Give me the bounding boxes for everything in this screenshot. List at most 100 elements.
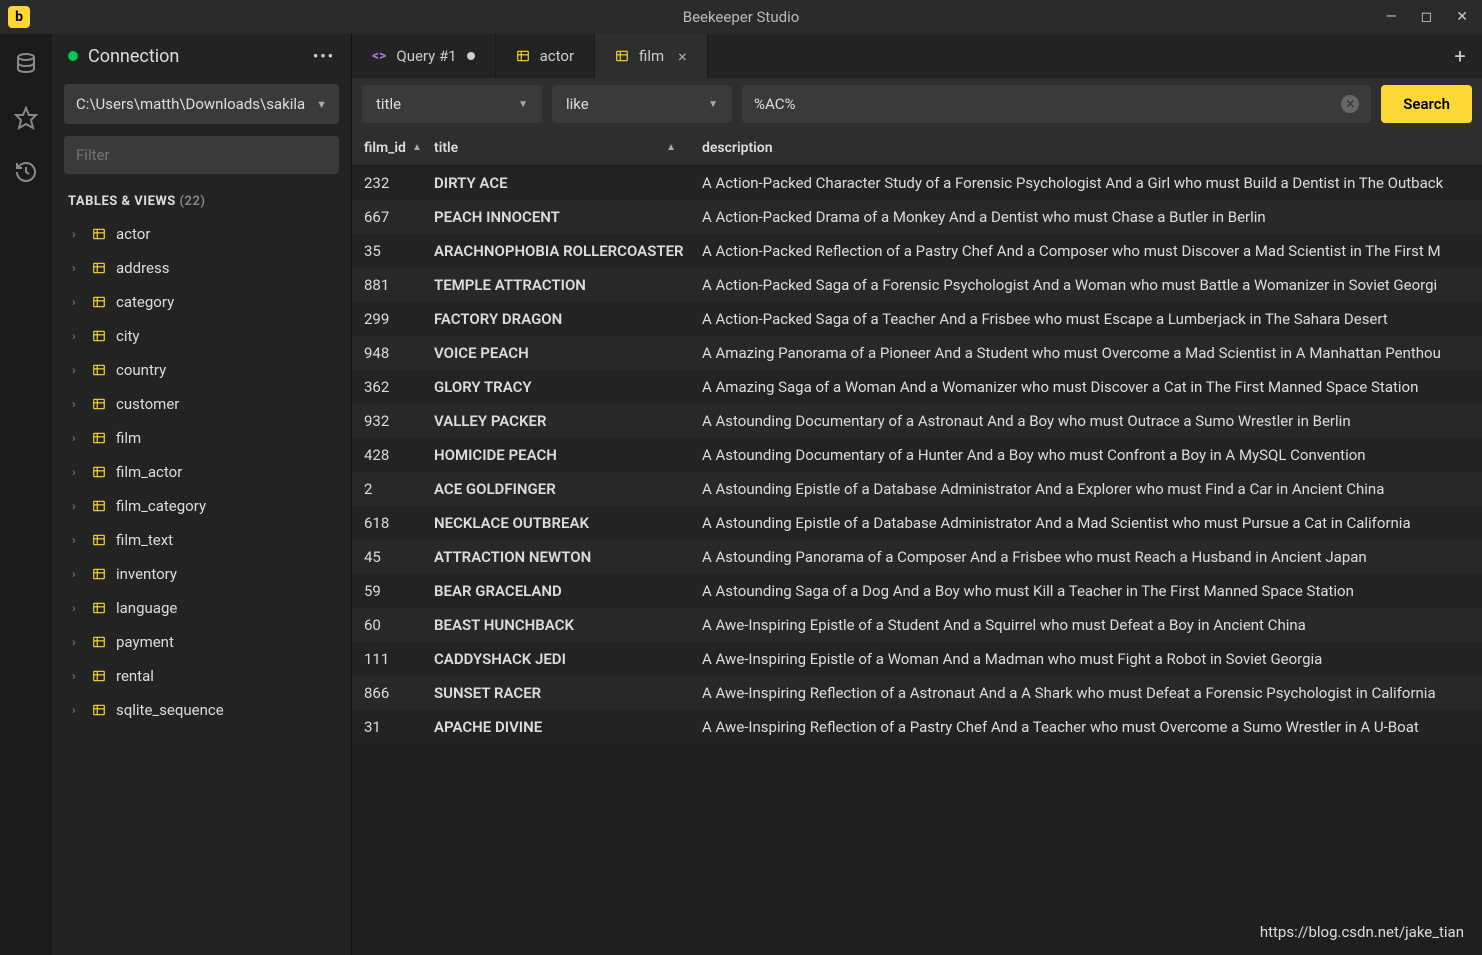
table-name: category xyxy=(116,293,174,311)
table-item-rental[interactable]: ›rental xyxy=(52,659,351,693)
close-window-button[interactable]: ✕ xyxy=(1456,9,1468,25)
cell-film-id: 31 xyxy=(352,718,434,736)
clear-filter-button[interactable]: ✕ xyxy=(1341,95,1359,113)
table-row[interactable]: 31APACHE DIVINEA Awe-Inspiring Reflectio… xyxy=(352,710,1482,744)
cell-title: TEMPLE ATTRACTION xyxy=(434,276,692,294)
cell-description: A Awe-Inspiring Reflection of a Pastry C… xyxy=(692,718,1482,736)
grid-body[interactable]: 232DIRTY ACEA Action-Packed Character St… xyxy=(352,166,1482,955)
table-row[interactable]: 2ACE GOLDFINGERA Astounding Epistle of a… xyxy=(352,472,1482,506)
table-item-country[interactable]: ›country xyxy=(52,353,351,387)
table-icon xyxy=(92,669,106,683)
table-tree: ›actor›address›category›city›country›cus… xyxy=(52,217,351,947)
table-name: address xyxy=(116,259,169,277)
table-item-payment[interactable]: ›payment xyxy=(52,625,351,659)
cell-film-id: 881 xyxy=(352,276,434,294)
chevron-right-icon: › xyxy=(72,397,82,411)
table-row[interactable]: 667PEACH INNOCENTA Action-Packed Drama o… xyxy=(352,200,1482,234)
chevron-right-icon: › xyxy=(72,567,82,581)
table-icon xyxy=(92,567,106,581)
cell-description: A Action-Packed Saga of a Forensic Psych… xyxy=(692,276,1482,294)
cell-title: VALLEY PACKER xyxy=(434,412,692,430)
table-item-language[interactable]: ›language xyxy=(52,591,351,625)
tab-bar: <>Query #1actorfilm× + xyxy=(352,34,1482,78)
tab-actor[interactable]: actor xyxy=(496,34,595,78)
tab-query-1[interactable]: <>Query #1 xyxy=(352,34,496,78)
chevron-right-icon: › xyxy=(72,329,82,343)
table-row[interactable]: 948VOICE PEACHA Amazing Panorama of a Pi… xyxy=(352,336,1482,370)
cell-description: A Astounding Epistle of a Database Admin… xyxy=(692,514,1482,532)
close-tab-button[interactable]: × xyxy=(678,47,687,66)
connection-label: Connection xyxy=(88,46,179,67)
table-item-film[interactable]: ›film xyxy=(52,421,351,455)
table-row[interactable]: 932VALLEY PACKERA Astounding Documentary… xyxy=(352,404,1482,438)
search-button[interactable]: Search xyxy=(1381,85,1472,123)
table-row[interactable]: 618NECKLACE OUTBREAKA Astounding Epistle… xyxy=(352,506,1482,540)
cell-description: A Amazing Panorama of a Pioneer And a St… xyxy=(692,344,1482,362)
filter-operator-select[interactable]: like▼ xyxy=(552,85,732,123)
table-row[interactable]: 111CADDYSHACK JEDIA Awe-Inspiring Epistl… xyxy=(352,642,1482,676)
filter-column-select[interactable]: title▼ xyxy=(362,85,542,123)
chevron-right-icon: › xyxy=(72,533,82,547)
table-item-customer[interactable]: ›customer xyxy=(52,387,351,421)
table-item-inventory[interactable]: ›inventory xyxy=(52,557,351,591)
tab-label: Query #1 xyxy=(396,47,456,65)
column-header-title[interactable]: title▲ xyxy=(434,140,692,156)
table-row[interactable]: 45ATTRACTION NEWTONA Astounding Panorama… xyxy=(352,540,1482,574)
table-row[interactable]: 60BEAST HUNCHBACKA Awe-Inspiring Epistle… xyxy=(352,608,1482,642)
table-row[interactable]: 428HOMICIDE PEACHA Astounding Documentar… xyxy=(352,438,1482,472)
table-item-address[interactable]: › address xyxy=(52,251,351,285)
filter-bar: title▼ like▼ ✕ Search xyxy=(352,78,1482,130)
database-path: C:\Users\matth\Downloads\sakila xyxy=(76,95,305,113)
table-icon xyxy=(92,397,106,411)
connection-status-dot-icon xyxy=(68,51,78,61)
cell-description: A Awe-Inspiring Reflection of a Astronau… xyxy=(692,684,1482,702)
database-icon[interactable] xyxy=(14,52,38,76)
cell-film-id: 59 xyxy=(352,582,434,600)
cell-film-id: 362 xyxy=(352,378,434,396)
star-icon[interactable] xyxy=(14,106,38,130)
watermark-text: https://blog.csdn.net/jake_tian xyxy=(1260,923,1464,941)
table-item-film_text[interactable]: ›film_text xyxy=(52,523,351,557)
table-icon xyxy=(92,295,106,309)
table-filter-input[interactable] xyxy=(64,136,339,174)
table-row[interactable]: 881TEMPLE ATTRACTIONA Action-Packed Saga… xyxy=(352,268,1482,302)
filter-value-input[interactable] xyxy=(754,95,1341,113)
chevron-down-icon: ▼ xyxy=(708,99,718,110)
column-header-description[interactable]: description xyxy=(692,140,1482,156)
table-row[interactable]: 866SUNSET RACERA Awe-Inspiring Reflectio… xyxy=(352,676,1482,710)
column-header-film-id[interactable]: film_id▲ xyxy=(352,140,434,156)
new-tab-button[interactable]: + xyxy=(1438,34,1482,78)
table-item-category[interactable]: ›category xyxy=(52,285,351,319)
connection-menu-button[interactable]: ••• xyxy=(313,47,335,65)
app-logo-icon: b xyxy=(8,6,30,28)
cell-film-id: 2 xyxy=(352,480,434,498)
table-item-city[interactable]: ›city xyxy=(52,319,351,353)
table-item-actor[interactable]: ›actor xyxy=(52,217,351,251)
table-name: country xyxy=(116,361,166,379)
table-row[interactable]: 35ARACHNOPHOBIA ROLLERCOASTERA Action-Pa… xyxy=(352,234,1482,268)
table-icon xyxy=(92,363,106,377)
table-row[interactable]: 362GLORY TRACYA Amazing Saga of a Woman … xyxy=(352,370,1482,404)
chevron-right-icon: › xyxy=(72,499,82,513)
cell-description: A Astounding Panorama of a Composer And … xyxy=(692,548,1482,566)
chevron-right-icon: › xyxy=(72,227,82,241)
cell-description: A Action-Packed Reflection of a Pastry C… xyxy=(692,242,1482,260)
history-icon[interactable] xyxy=(14,160,38,184)
dirty-indicator-icon xyxy=(467,52,475,60)
cell-description: A Awe-Inspiring Epistle of a Student And… xyxy=(692,616,1482,634)
table-row[interactable]: 59BEAR GRACELANDA Astounding Saga of a D… xyxy=(352,574,1482,608)
table-item-sqlite_sequence[interactable]: ›sqlite_sequence xyxy=(52,693,351,727)
table-item-film_category[interactable]: ›film_category xyxy=(52,489,351,523)
cell-title: FACTORY DRAGON xyxy=(434,310,692,328)
chevron-right-icon: › xyxy=(72,261,82,275)
cell-film-id: 299 xyxy=(352,310,434,328)
maximize-button[interactable]: ◻ xyxy=(1421,9,1433,25)
database-selector[interactable]: C:\Users\matth\Downloads\sakila ▼ xyxy=(64,84,339,124)
cell-film-id: 866 xyxy=(352,684,434,702)
table-row[interactable]: 299FACTORY DRAGONA Action-Packed Saga of… xyxy=(352,302,1482,336)
table-row[interactable]: 232DIRTY ACEA Action-Packed Character St… xyxy=(352,166,1482,200)
table-item-film_actor[interactable]: ›film_actor xyxy=(52,455,351,489)
cell-title: ATTRACTION NEWTON xyxy=(434,548,692,566)
tab-film[interactable]: film× xyxy=(595,34,708,78)
minimize-button[interactable]: — xyxy=(1386,9,1397,25)
